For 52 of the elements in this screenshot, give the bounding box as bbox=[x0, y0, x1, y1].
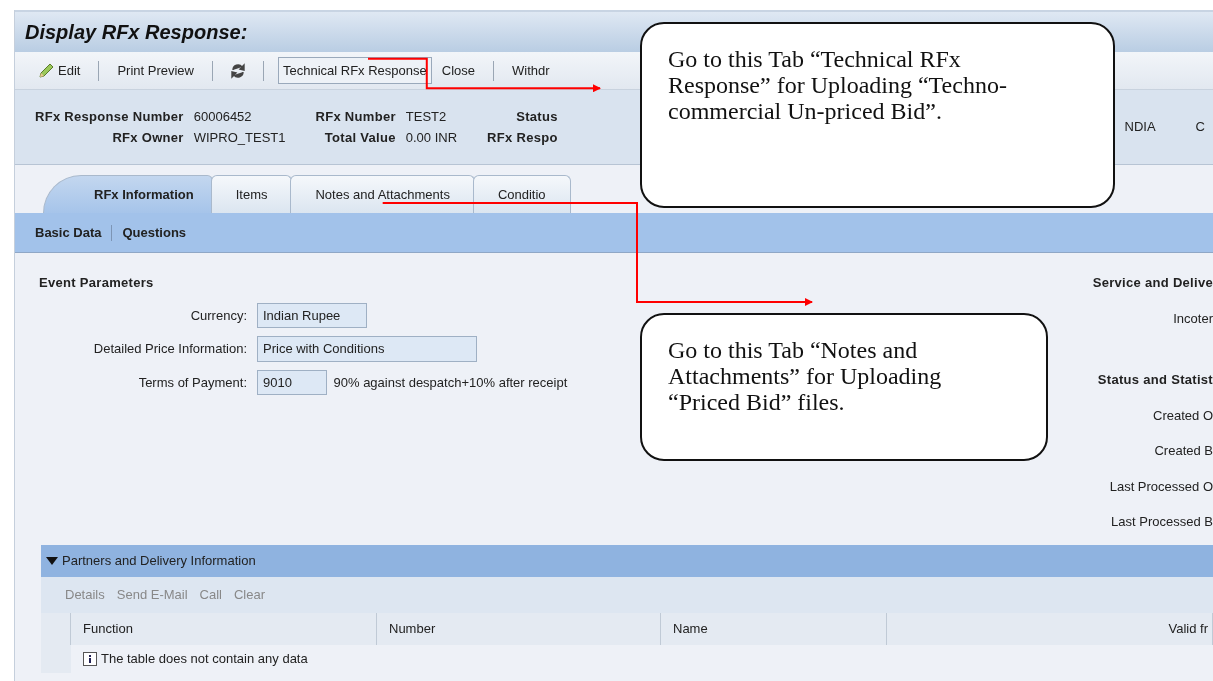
subtab[interactable]: Basic Data bbox=[25, 222, 112, 243]
tab[interactable]: Conditio bbox=[472, 175, 571, 213]
field-label: Last Processed B bbox=[1111, 513, 1213, 531]
column-header[interactable]: Name bbox=[661, 613, 887, 645]
field-value: 0.00 INR bbox=[405, 129, 458, 147]
section-heading: Service and Delive bbox=[1092, 274, 1213, 292]
field-label: RFx Response Number bbox=[35, 107, 184, 126]
section-title: Partners and Delivery Information bbox=[62, 552, 256, 571]
section-heading: Status and Statist bbox=[1097, 371, 1213, 389]
field-label: Total Value bbox=[323, 129, 396, 147]
empty-message: The table does not contain any data bbox=[101, 650, 308, 669]
section-header[interactable]: Partners and Delivery Information bbox=[41, 545, 1213, 577]
field-value: NDIA bbox=[1124, 118, 1156, 137]
field-label: RFx Number bbox=[315, 107, 396, 126]
subtab[interactable]: Questions bbox=[112, 222, 197, 243]
toolbar-button[interactable]: Withdr bbox=[508, 58, 554, 83]
callout: Go to this Tab “Technical RFx Response” for Uploading “Techno-commercial Un-priced Bid”. bbox=[640, 22, 1115, 208]
input-field[interactable]: Indian Rupee bbox=[257, 302, 367, 328]
field-label: Status bbox=[515, 107, 558, 126]
input-field[interactable]: Price with Conditions bbox=[257, 336, 477, 362]
page-title: Display RFx Response: bbox=[25, 20, 248, 45]
info-icon bbox=[83, 652, 97, 666]
field-description: 90% against despatch+10% after receipt bbox=[333, 373, 568, 392]
refresh-icon bbox=[231, 62, 245, 79]
field-value: C bbox=[1195, 118, 1205, 137]
collapse-icon[interactable] bbox=[45, 556, 59, 566]
field-label: RFx Respo bbox=[487, 129, 558, 147]
field-label: Terms of Payment: bbox=[137, 373, 247, 392]
callout: Go to this Tab “Notes and Attachments” for Uploading “Priced Bid” files. bbox=[640, 313, 1048, 461]
field-label: Currency: bbox=[189, 306, 247, 325]
column-header[interactable]: Valid fr bbox=[887, 613, 1213, 645]
toolbar-button[interactable]: Technical RFx Response bbox=[278, 56, 432, 85]
tab[interactable]: Notes and Attachments bbox=[290, 175, 475, 213]
input-field[interactable]: 9010 bbox=[257, 369, 327, 395]
column-header[interactable]: Function bbox=[71, 613, 377, 645]
field-value: TEST2 bbox=[405, 107, 448, 126]
field-value: WIPRO_TEST1 bbox=[193, 129, 286, 147]
pencil-icon bbox=[37, 61, 55, 80]
field-label: Last Processed O bbox=[1109, 477, 1213, 496]
toolbar-button[interactable]: Close bbox=[437, 58, 480, 83]
toolbar-button[interactable]: Print Preview bbox=[113, 58, 198, 83]
field-label: Created O bbox=[1153, 406, 1213, 425]
field-value: 60006452 bbox=[193, 107, 253, 126]
tab[interactable]: RFx Information bbox=[43, 175, 213, 213]
section-heading: Event Parameters bbox=[39, 274, 155, 292]
column-header[interactable]: Number bbox=[377, 613, 661, 645]
field-label: RFx Owner bbox=[111, 129, 184, 147]
field-label: Detailed Price Information: bbox=[92, 340, 247, 358]
tab[interactable]: Items bbox=[210, 175, 293, 213]
edit-button[interactable]: Edit bbox=[33, 58, 85, 83]
field-label: Created B bbox=[1154, 442, 1213, 460]
field-label: Incoter bbox=[1173, 309, 1213, 328]
